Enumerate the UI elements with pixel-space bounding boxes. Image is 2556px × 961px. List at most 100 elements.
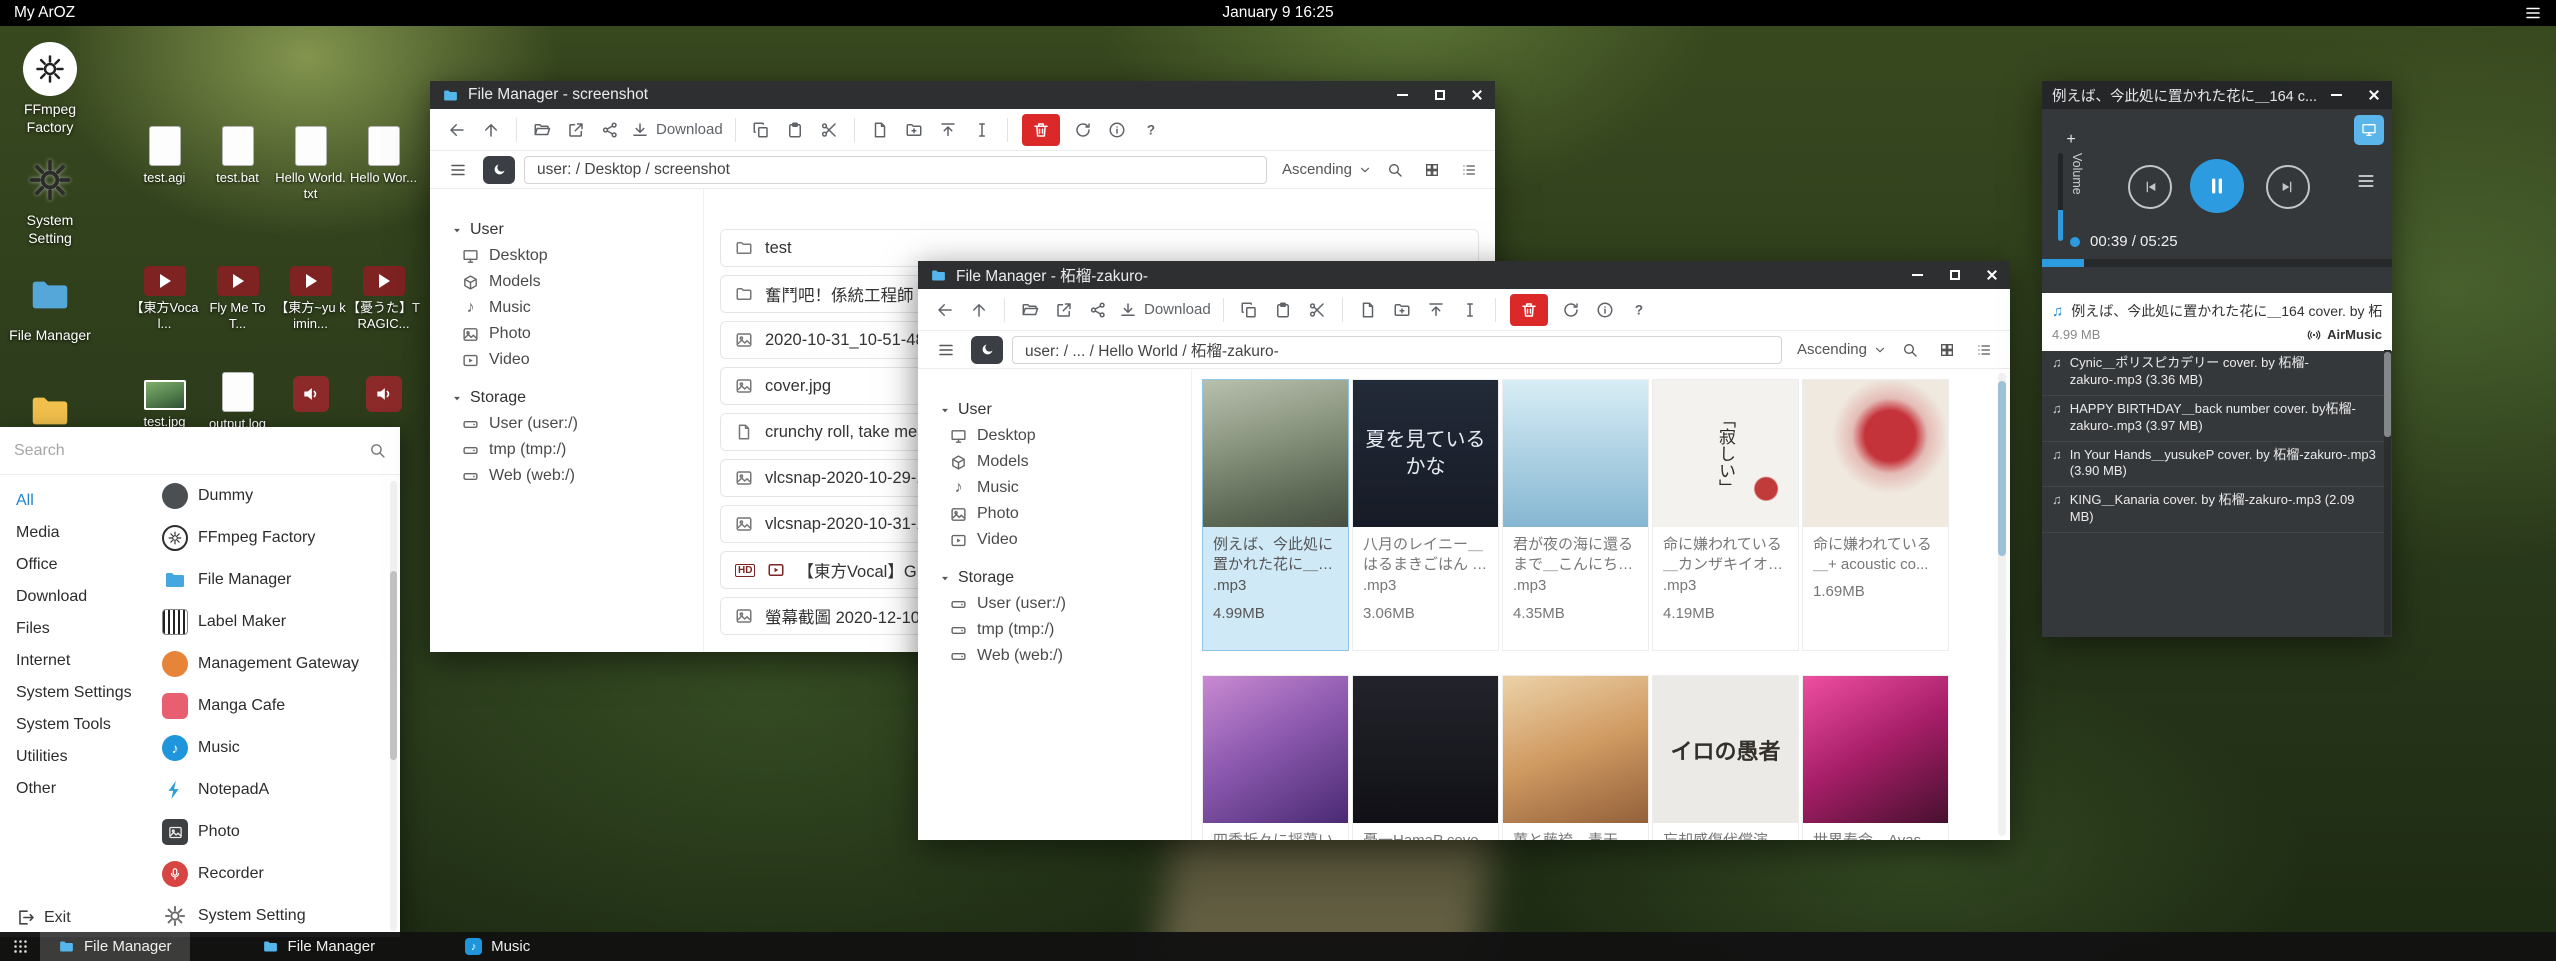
file-tile[interactable]: 菫と藤袴＿青天月... [1502, 675, 1649, 840]
sidebar-header-storage[interactable]: Storage [450, 389, 703, 407]
sidebar-header-user[interactable]: User [938, 401, 1191, 419]
sidebar-toggle-button[interactable] [930, 336, 962, 364]
list-view-button[interactable] [1970, 336, 1998, 364]
desktop-file[interactable]: Hello Wor... [347, 126, 420, 201]
minimize-button[interactable] [2318, 81, 2355, 109]
new-folder-button[interactable] [1385, 294, 1419, 326]
seek-bar[interactable] [2042, 259, 2392, 267]
paste-button[interactable] [1266, 294, 1300, 326]
sidebar-header-user[interactable]: User [450, 221, 703, 239]
file-tile[interactable]: 四季折々に揺蕩いて... [1202, 675, 1349, 840]
app-item-label-maker[interactable]: Label Maker [150, 601, 400, 643]
apps-grid-button[interactable] [0, 932, 40, 961]
app-item-system-setting[interactable]: System Setting [150, 895, 400, 937]
address-bar[interactable]: user: / Desktop / screenshot [524, 156, 1267, 184]
category-all[interactable]: All [0, 485, 150, 517]
sort-dropdown[interactable]: Ascending [1797, 341, 1887, 358]
help-button[interactable] [1622, 294, 1656, 326]
share-button[interactable] [593, 114, 627, 146]
copy-button[interactable] [1232, 294, 1266, 326]
up-button[interactable] [962, 294, 996, 326]
upload-button[interactable] [931, 114, 965, 146]
upload-button[interactable] [1419, 294, 1453, 326]
cast-button[interactable] [2354, 115, 2384, 145]
category-download[interactable]: Download [0, 581, 150, 613]
download-button[interactable]: Download [1115, 294, 1215, 326]
desktop-icon-ffmpeg-factory[interactable]: FFmpeg Factory [8, 42, 92, 136]
file-tile[interactable]: 「寂しい」 命に嫌われている＿カンザキイオリ....mp34.19MB [1652, 379, 1799, 651]
file-tile[interactable]: 命に嫌われている＿+ acoustic co...1.69MB [1802, 379, 1949, 651]
desktop-icon-system-setting[interactable]: System Setting [8, 153, 92, 247]
sidebar-item-music[interactable]: ♪Music [938, 475, 1191, 501]
playlist-item[interactable]: ♫Cynic＿ポリスピカデリー cover. by 柘榴-zakuro-.mp3… [2042, 350, 2392, 396]
cut-button[interactable] [812, 114, 846, 146]
new-file-button[interactable] [1351, 294, 1385, 326]
new-file-button[interactable] [863, 114, 897, 146]
app-item-dummy[interactable]: Dummy [150, 475, 400, 517]
window-titlebar[interactable]: File Manager - 柘榴-zakuro- [918, 261, 2010, 289]
pause-button[interactable] [2190, 159, 2244, 213]
volume-control[interactable]: + Volume [2058, 131, 2084, 241]
close-button[interactable] [2355, 81, 2392, 109]
app-item-music[interactable]: ♪Music [150, 727, 400, 769]
sidebar-item-models[interactable]: Models [450, 269, 703, 295]
open-button[interactable] [1013, 294, 1047, 326]
exit-button[interactable]: Exit [16, 908, 71, 927]
category-media[interactable]: Media [0, 517, 150, 549]
delete-button[interactable] [1510, 294, 1548, 326]
scrollbar-thumb[interactable] [390, 571, 397, 760]
sidebar-item-photo[interactable]: Photo [938, 501, 1191, 527]
open-in-new-window-button[interactable] [559, 114, 593, 146]
sidebar-item-photo[interactable]: Photo [450, 321, 703, 347]
list-view-button[interactable] [1455, 156, 1483, 184]
menu-icon[interactable] [2524, 4, 2542, 22]
desktop-file[interactable]: Fly Me To T... [201, 258, 274, 331]
minimize-button[interactable] [1384, 81, 1421, 109]
new-folder-button[interactable] [897, 114, 931, 146]
app-item-management-gateway[interactable]: Management Gateway [150, 643, 400, 685]
desktop-icon-file-manager[interactable]: File Manager [8, 268, 92, 345]
desktop-file[interactable]: test.agi [128, 126, 201, 201]
desktop-file[interactable]: 【東方~yu kimin... [274, 258, 347, 331]
sidebar-toggle-button[interactable] [442, 156, 474, 184]
sidebar-item-web-drive[interactable]: Web (web:/) [450, 463, 703, 489]
open-button[interactable] [525, 114, 559, 146]
search-button[interactable] [1381, 156, 1409, 184]
sidebar-item-models[interactable]: Models [938, 449, 1191, 475]
next-track-button[interactable] [2266, 165, 2310, 209]
previous-track-button[interactable] [2128, 165, 2172, 209]
delete-button[interactable] [1022, 114, 1060, 146]
sidebar-item-user-drive[interactable]: User (user:/) [450, 411, 703, 437]
taskbar-item-file-manager-2[interactable]: File Manager [244, 932, 394, 961]
copy-button[interactable] [744, 114, 778, 146]
launcher-scrollbar[interactable] [390, 481, 397, 931]
desktop-file[interactable] [347, 372, 420, 432]
search-button[interactable] [1896, 336, 1924, 364]
close-button[interactable] [1973, 261, 2010, 289]
window-titlebar[interactable]: File Manager - screenshot [430, 81, 1495, 109]
desktop-file[interactable]: 【東方Vocal... [128, 258, 201, 331]
refresh-button[interactable] [1066, 114, 1100, 146]
category-office[interactable]: Office [0, 549, 150, 581]
scrollbar-thumb[interactable] [2384, 352, 2391, 437]
sidebar-item-user-drive[interactable]: User (user:/) [938, 591, 1191, 617]
file-tile-selected[interactable]: 例えば、今此処に置かれた花に＿164....mp34.99MB [1202, 379, 1349, 651]
app-item-notepada[interactable]: NotepadA [150, 769, 400, 811]
up-button[interactable] [474, 114, 508, 146]
sidebar-item-tmp-drive[interactable]: tmp (tmp:/) [938, 617, 1191, 643]
category-system-settings[interactable]: System Settings [0, 677, 150, 709]
window-titlebar[interactable]: 例えば、今此処に置かれた花に＿164 c... [2042, 81, 2392, 109]
sort-dropdown[interactable]: Ascending [1282, 161, 1372, 178]
file-tile[interactable]: 君が夜の海に還るまで＿こんにちは谷田....mp34.35MB [1502, 379, 1649, 651]
file-tile[interactable]: イロの愚者 忘却感傷代償演唱... [1652, 675, 1799, 840]
download-button[interactable]: Download [627, 114, 727, 146]
desktop-file[interactable]: output.log [201, 372, 274, 432]
desktop-file[interactable]: Hello World.txt [274, 126, 347, 201]
category-internet[interactable]: Internet [0, 645, 150, 677]
app-item-file-manager[interactable]: File Manager [150, 559, 400, 601]
properties-button[interactable] [1100, 114, 1134, 146]
maximize-button[interactable] [1421, 81, 1458, 109]
sidebar-item-desktop[interactable]: Desktop [450, 243, 703, 269]
rename-button[interactable] [965, 114, 999, 146]
playlist-item[interactable]: ♫In Your Hands＿yusukeP cover. by 柘榴-zaku… [2042, 442, 2392, 488]
